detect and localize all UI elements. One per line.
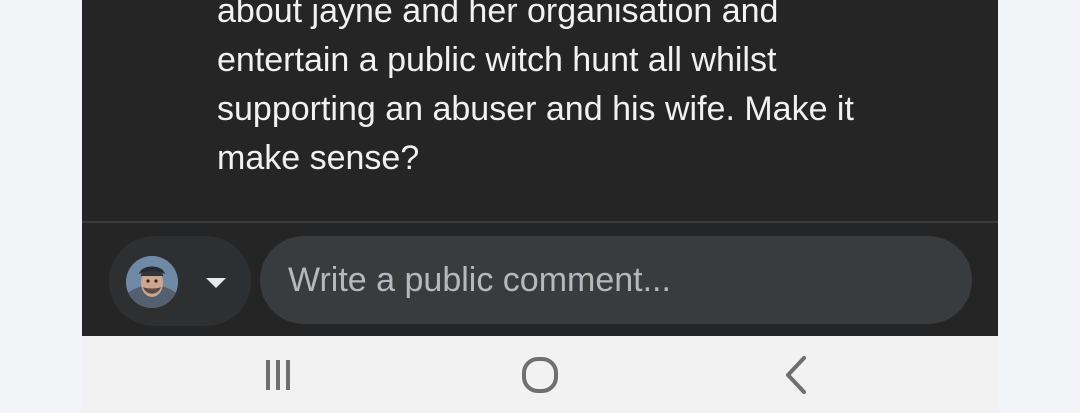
home-button[interactable] bbox=[502, 336, 578, 413]
post-line: about jayne and her organisation and bbox=[217, 0, 779, 30]
post-line: supporting an abuser and his wife. Make … bbox=[217, 90, 854, 128]
recents-icon bbox=[266, 359, 290, 390]
comment-divider bbox=[82, 221, 998, 223]
public-comment-input[interactable]: Write a public comment... bbox=[260, 236, 972, 324]
comment-placeholder: Write a public comment... bbox=[288, 261, 671, 299]
back-button[interactable] bbox=[770, 336, 822, 413]
avatar bbox=[126, 256, 178, 308]
post-line: entertain a public witch hunt all whilst bbox=[217, 41, 777, 79]
facebook-post-panel: about jayne and her organisation and ent… bbox=[82, 0, 998, 336]
phone-screen: about jayne and her organisation and ent… bbox=[82, 0, 998, 413]
home-icon bbox=[522, 356, 558, 393]
back-icon bbox=[786, 355, 806, 394]
comment-as-profile-button[interactable] bbox=[109, 236, 251, 326]
avatar-image bbox=[126, 256, 178, 308]
recent-apps-button[interactable] bbox=[242, 336, 314, 413]
post-line: make sense? bbox=[217, 139, 420, 177]
android-navigation-bar bbox=[82, 336, 998, 413]
chevron-down-icon bbox=[206, 278, 226, 288]
screenshot-stage: about jayne and her organisation and ent… bbox=[0, 0, 1080, 413]
post-text: about jayne and her organisation and ent… bbox=[217, 0, 977, 183]
